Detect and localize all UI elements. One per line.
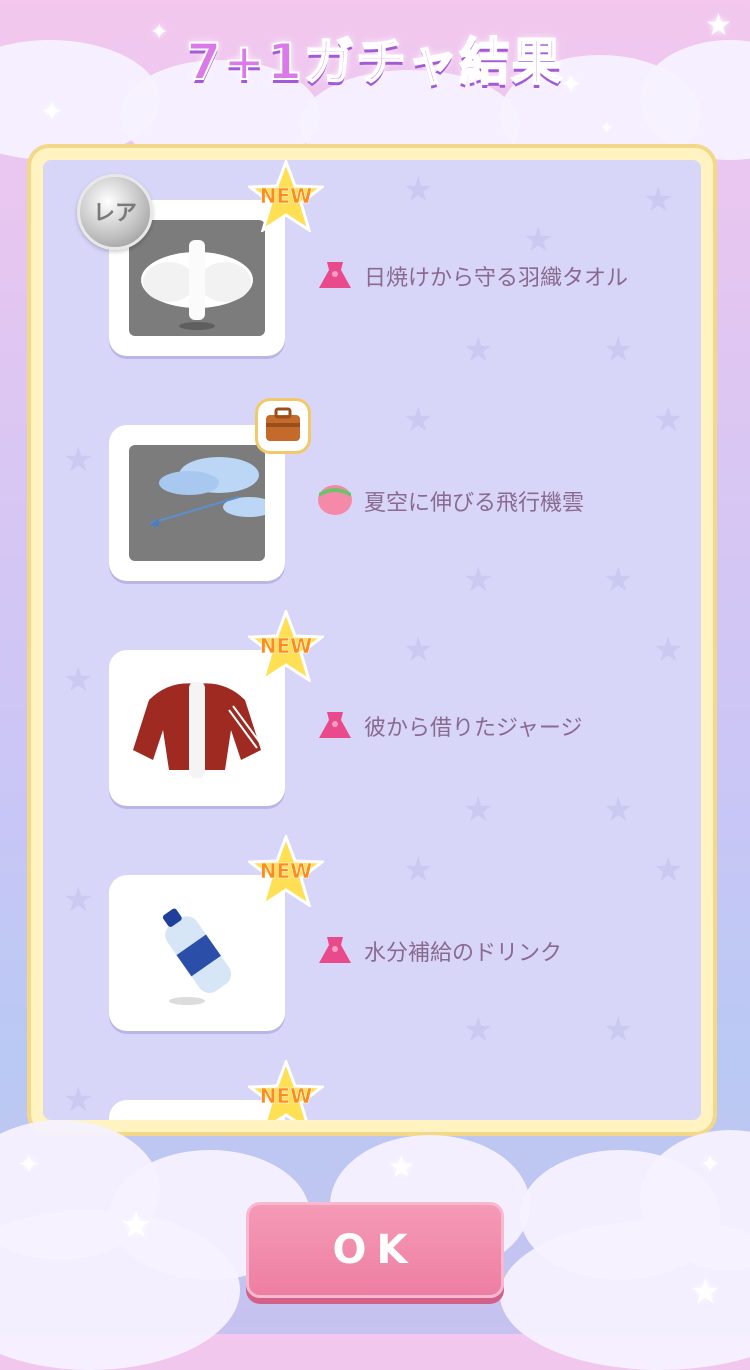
item-image xyxy=(129,670,265,786)
background-star-icon: ★ xyxy=(603,790,634,830)
item-name: 日焼けから守る羽織タオル xyxy=(364,266,629,291)
item-name: 彼から借りたジャージ xyxy=(364,716,583,741)
sparkle-icon: ✦ xyxy=(40,95,64,128)
item-image xyxy=(129,220,265,336)
dress-icon xyxy=(319,937,351,963)
bottle-icon xyxy=(162,908,232,1005)
towel-icon xyxy=(141,240,253,330)
sparkle-icon: ★ xyxy=(388,1150,415,1185)
sparkle-icon: ★ xyxy=(120,1205,153,1246)
item-name: 夏空に伸びる飛行機雲 xyxy=(364,491,585,516)
background-icon xyxy=(318,485,352,515)
rare-badge: レア xyxy=(77,174,153,250)
background-star-icon: ★ xyxy=(603,1010,634,1050)
background-star-icon: ★ xyxy=(603,560,634,600)
item-image xyxy=(129,895,265,1011)
new-label: NEW xyxy=(259,634,313,659)
results-list[interactable]: ★ ★ ★ ★ ★ ★ ★ ★ ★ ★ ★ ★ ★ ★ ★ ★ ★ ★ ★ ★ … xyxy=(43,160,701,1120)
list-item[interactable]: NEW 水分補給のドリンク xyxy=(43,832,701,1031)
jersey-icon xyxy=(133,682,262,778)
item-name: 水分補給のドリンク xyxy=(364,941,563,966)
list-item[interactable]: 夏空に伸びる飛行機雲 xyxy=(43,385,701,581)
background-star-icon: ★ xyxy=(603,330,634,370)
list-item[interactable]: NEW 彼から借りたジャージ xyxy=(43,607,701,806)
list-item[interactable]: NEW xyxy=(43,1057,701,1120)
page-title: 7+1ガチャ結果 xyxy=(186,32,564,92)
new-badge: NEW xyxy=(245,832,327,909)
new-label: NEW xyxy=(259,859,313,884)
list-item[interactable]: レア NEW 日焼けから守る羽織タオル xyxy=(43,160,701,356)
sparkle-icon: ✦ xyxy=(700,1150,721,1178)
dress-icon xyxy=(319,262,351,288)
new-label: NEW xyxy=(259,184,313,209)
background-star-icon: ★ xyxy=(463,560,494,600)
background-star-icon: ★ xyxy=(463,790,494,830)
background-star-icon: ★ xyxy=(463,1010,494,1050)
ok-button[interactable]: OK xyxy=(246,1202,504,1298)
results-panel: ★ ★ ★ ★ ★ ★ ★ ★ ★ ★ ★ ★ ★ ★ ★ ★ ★ ★ ★ ★ … xyxy=(27,144,717,1136)
rare-label: レア xyxy=(92,201,137,226)
new-label: NEW xyxy=(259,1084,313,1109)
bag-icon xyxy=(258,401,308,451)
new-badge: NEW xyxy=(245,1057,327,1120)
sparkle-icon: ✦ xyxy=(18,1150,40,1180)
ok-label: OK xyxy=(332,1227,418,1273)
sparkle-icon: ✦ xyxy=(600,118,614,137)
background-star-icon: ★ xyxy=(463,330,494,370)
dress-icon xyxy=(319,712,351,738)
new-badge: NEW xyxy=(245,607,327,684)
item-image xyxy=(129,445,275,561)
sparkle-icon: ★ xyxy=(690,1272,721,1312)
new-badge: NEW xyxy=(245,160,327,234)
contrail-icon xyxy=(149,457,275,527)
